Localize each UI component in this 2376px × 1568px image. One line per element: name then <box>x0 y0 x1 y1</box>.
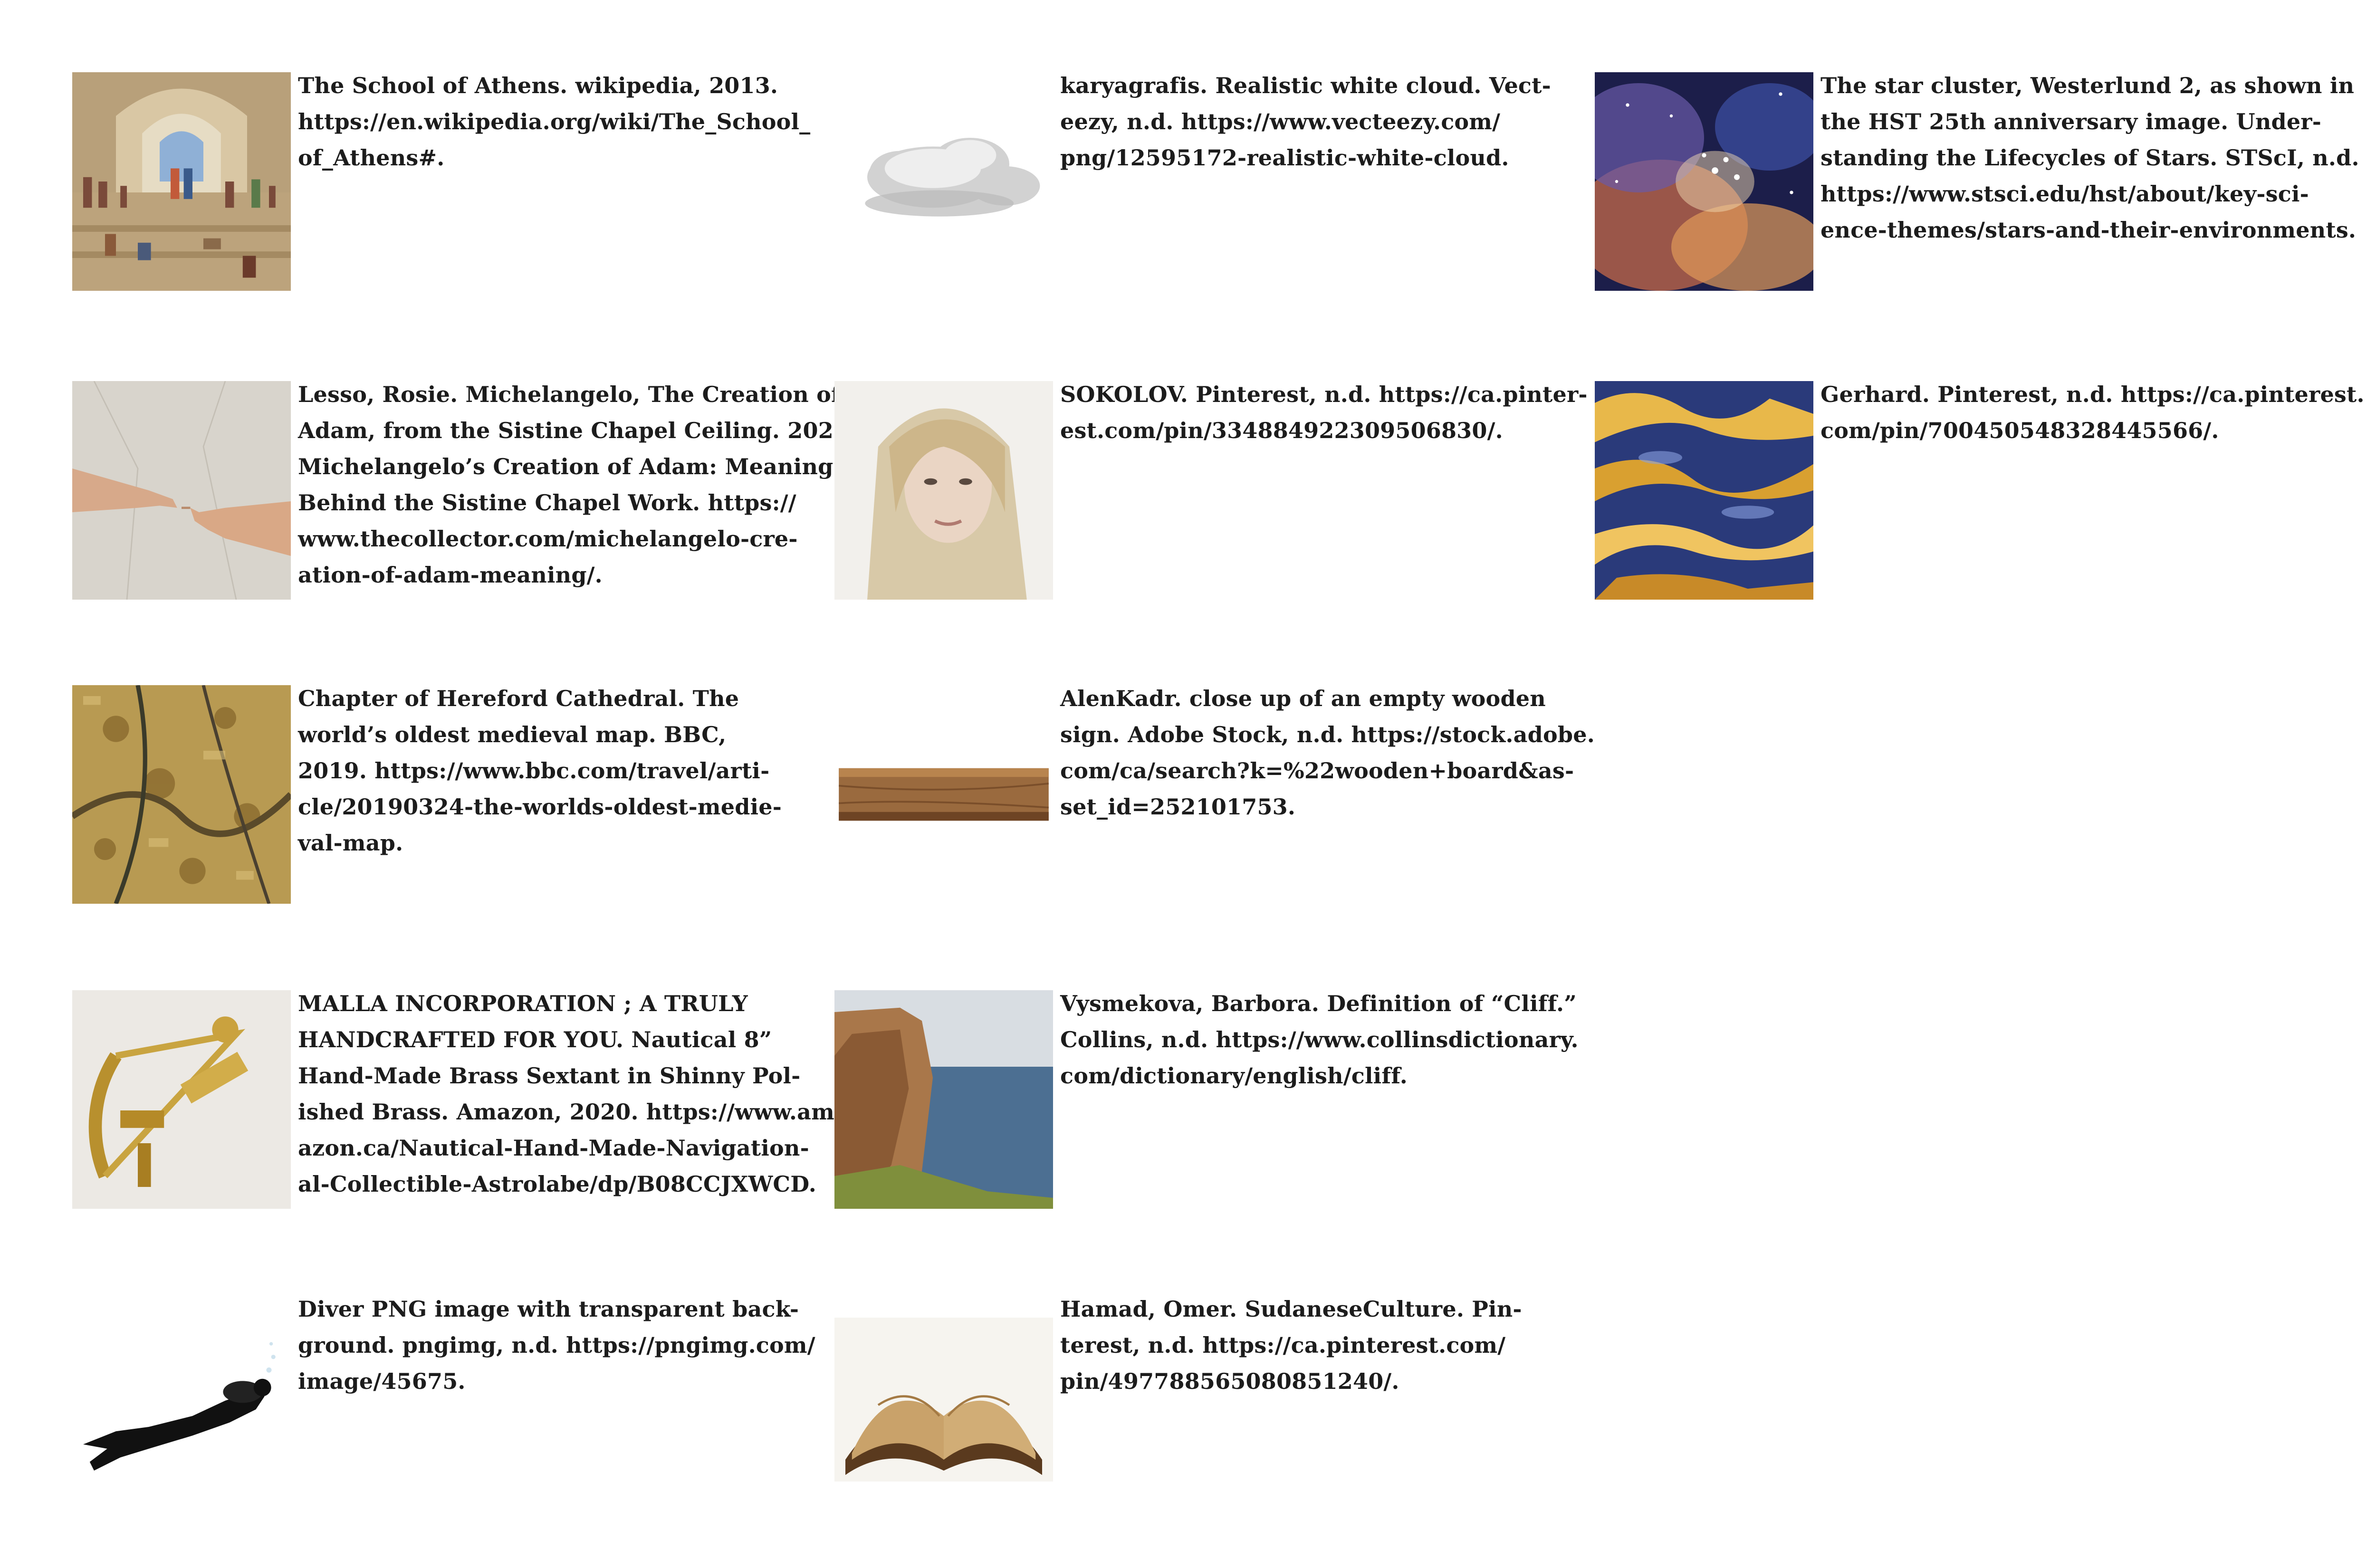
citation-text: Gerhard. Pinterest, n.d. https://ca.pint… <box>1820 376 2365 449</box>
portrait-thumbnail <box>834 381 1053 600</box>
citation-line: Chapter of Hereford Cathedral. The <box>298 686 739 711</box>
citation-line: standing the Lifecycles of Stars. STScI,… <box>1820 145 2359 171</box>
citation-line: www.thecollector.com/michelangelo-cre- <box>298 526 798 552</box>
citation-line: Lesso, Rosie. Michelangelo, The Creation… <box>298 382 841 407</box>
citation-line: image/45675. <box>298 1368 466 1394</box>
citation-line: com/ca/search?k=%22wooden+board&as- <box>1060 758 1574 784</box>
old-book-thumbnail <box>834 1296 1053 1514</box>
citation-line: png/12595172-realistic-white-cloud. <box>1060 145 1509 171</box>
citation-line: https://www.stsci.edu/hst/about/key-sci- <box>1820 181 2309 207</box>
citation-text: Hamad, Omer. SudaneseCulture. Pin- teres… <box>1060 1291 1522 1399</box>
citation-text: Chapter of Hereford Cathedral. The world… <box>298 680 782 861</box>
creation-of-adam-thumbnail <box>72 381 291 600</box>
citation-line: terest, n.d. https://ca.pinterest.com/ <box>1060 1332 1506 1358</box>
citation-line: ence-themes/stars-and-their-environments… <box>1820 217 2357 243</box>
citation-line: azon.ca/Nautical-Hand-Made-Navigation- <box>298 1135 809 1161</box>
citation-line: al-Collectible-Astrolabe/dp/B08CCJXWCD. <box>298 1171 816 1197</box>
citation-text: AlenKadr. close up of an empty wooden si… <box>1060 680 1595 825</box>
citation-line: Vysmekova, Barbora. Definition of “Cliff… <box>1060 991 1577 1016</box>
citation-text: Diver PNG image with transparent back- g… <box>298 1291 815 1399</box>
citation-text: Lesso, Rosie. Michelangelo, The Creation… <box>298 376 856 593</box>
citation-line: Behind the Sistine Chapel Work. https:// <box>298 490 796 516</box>
citation-line: the HST 25th anniversary image. Under- <box>1820 109 2322 134</box>
citation-line: val-map. <box>298 830 403 856</box>
citation-line: est.com/pin/334884922309506830/. <box>1060 418 1503 443</box>
citation-line: ished Brass. Amazon, 2020. https://www.a… <box>298 1099 844 1125</box>
citation-line: AlenKadr. close up of an empty wooden <box>1060 686 1546 711</box>
citation-line: cle/20190324-the-worlds-oldest-medie- <box>298 794 782 820</box>
citation-line: com/dictionary/english/cliff. <box>1060 1063 1408 1089</box>
citation-line: eezy, n.d. https://www.vecteezy.com/ <box>1060 109 1501 134</box>
citation-line: https://en.wikipedia.org/wiki/The_School… <box>298 109 811 134</box>
citation-line: of_Athens#. <box>298 145 445 171</box>
citation-line: 2019. https://www.bbc.com/travel/arti- <box>298 758 770 784</box>
gold-water-thumbnail <box>1595 381 1813 600</box>
citation-line: set_id=252101753. <box>1060 794 1296 820</box>
citation-line: ation-of-adam-meaning/. <box>298 562 603 588</box>
citation-line: MALLA INCORPORATION ; A TRULY <box>298 991 748 1016</box>
citation-text: karyagrafis. Realistic white cloud. Vect… <box>1060 67 1551 176</box>
citation-line: world’s oldest medieval map. BBC, <box>298 722 727 747</box>
citation-line: pin/497788565080851240/. <box>1060 1368 1399 1394</box>
citation-text: The School of Athens. wikipedia, 2013. h… <box>298 67 810 176</box>
citation-line: The School of Athens. wikipedia, 2013. <box>298 73 778 98</box>
citation-line: Adam, from the Sistine Chapel Ceiling. 2… <box>298 418 857 443</box>
citation-line: Michelangelo’s Creation of Adam: Meaning <box>298 454 834 479</box>
citation-text: The star cluster, Westerlund 2, as shown… <box>1820 67 2359 248</box>
citation-line: sign. Adobe Stock, n.d. https://stock.ad… <box>1060 722 1595 747</box>
citation-text: Vysmekova, Barbora. Definition of “Cliff… <box>1060 985 1579 1094</box>
citation-line: Hand-Made Brass Sextant in Shinny Pol- <box>298 1063 801 1089</box>
citation-line: The star cluster, Westerlund 2, as shown… <box>1820 73 2355 98</box>
citation-line: HANDCRAFTED FOR YOU. Nautical 8” <box>298 1027 772 1052</box>
citation-line: Gerhard. Pinterest, n.d. https://ca.pint… <box>1820 382 2365 407</box>
star-cluster-thumbnail <box>1595 72 1813 291</box>
sextant-thumbnail <box>72 990 291 1209</box>
wooden-sign-thumbnail <box>834 685 1053 904</box>
citation-line: karyagrafis. Realistic white cloud. Vect… <box>1060 73 1551 98</box>
citation-text: MALLA INCORPORATION ; A TRULY HANDCRAFTE… <box>298 985 843 1202</box>
white-cloud-thumbnail <box>834 72 1053 291</box>
citation-line: Collins, n.d. https://www.collinsdiction… <box>1060 1027 1579 1052</box>
citation-line: com/pin/700450548328445566/. <box>1820 418 2219 443</box>
citation-line: Diver PNG image with transparent back- <box>298 1296 799 1322</box>
hereford-map-thumbnail <box>72 685 291 904</box>
cliff-thumbnail <box>834 990 1053 1209</box>
citation-line: Hamad, Omer. SudaneseCulture. Pin- <box>1060 1296 1522 1322</box>
citation-text: SOKOLOV. Pinterest, n.d. https://ca.pint… <box>1060 376 1588 449</box>
citation-line: SOKOLOV. Pinterest, n.d. https://ca.pint… <box>1060 382 1588 407</box>
citation-line: ground. pngimg, n.d. https://pngimg.com/ <box>298 1332 815 1358</box>
school-of-athens-thumbnail <box>72 72 291 291</box>
diver-thumbnail <box>72 1296 291 1514</box>
